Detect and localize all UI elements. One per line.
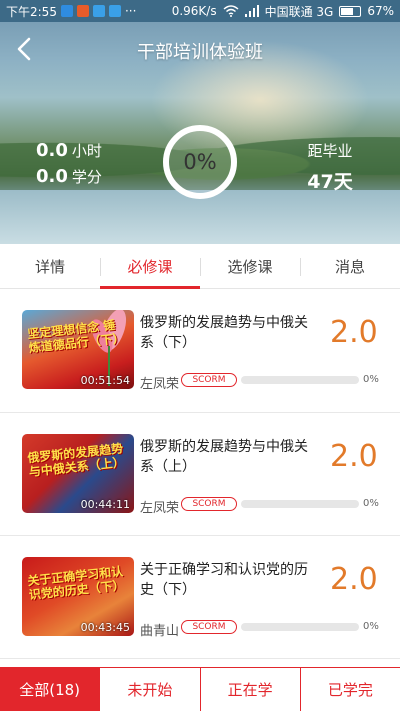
course-title[interactable]: 关于正确学习和认识党的历史（下）: [140, 560, 320, 600]
hours-unit: 小时: [71, 142, 102, 160]
credits-value: 0.0: [36, 166, 68, 187]
course-thumbnail[interactable]: 俄罗斯的发展趋势与中俄关系（上） 00:44:11: [22, 434, 134, 513]
course-duration: 00:51:54: [80, 374, 130, 387]
course-title[interactable]: 俄罗斯的发展趋势与中俄关系（下）: [140, 313, 320, 353]
course-progress-text: 0%: [363, 374, 379, 385]
learning-stats: 0.0 小时 0.0 学分: [36, 140, 102, 192]
tab-elective-courses[interactable]: 选修课: [200, 244, 300, 288]
course-teacher: 左凤荣: [140, 377, 180, 392]
tab-divider: [300, 258, 301, 276]
status-filter-bar: 全部(18) 未开始 正在学 已学完: [0, 667, 400, 711]
course-list: 坚定理想信念 锤炼道德品行（下） 00:51:54 俄罗斯的发展趋势与中俄关系（…: [0, 289, 400, 659]
tab-messages[interactable]: 消息: [300, 244, 400, 288]
course-teacher: 曲青山: [140, 624, 180, 639]
graduation-days: 47天: [307, 171, 353, 193]
hours-stat: 0.0 小时: [36, 140, 102, 166]
more-notifications-icon: ···: [124, 4, 137, 18]
app-notification-icon: [92, 5, 105, 17]
course-tabs: 详情 必修课 选修课 消息: [0, 244, 400, 289]
tab-details[interactable]: 详情: [0, 244, 100, 288]
course-item[interactable]: 俄罗斯的发展趋势与中俄关系（上） 00:44:11 俄罗斯的发展趋势与中俄关系（…: [0, 413, 400, 536]
course-teacher: 左凤荣: [140, 501, 180, 516]
course-item[interactable]: 关于正确学习和认识党的历史（下） 00:43:45 关于正确学习和认识党的历史（…: [0, 536, 400, 659]
wifi-icon: [223, 5, 239, 17]
course-progress-bar: [241, 500, 359, 508]
status-bar: 下午2:55 ··· 0.96K/s 中国联通 3G 67%: [0, 0, 400, 22]
network-speed: 0.96K/s: [171, 4, 217, 18]
hours-value: 0.0: [36, 140, 68, 161]
overall-progress-text: 0%: [183, 150, 217, 174]
course-progress-bar: [241, 623, 359, 631]
scorm-badge: SCORM: [181, 373, 237, 387]
course-item[interactable]: 坚定理想信念 锤炼道德品行（下） 00:51:54 俄罗斯的发展趋势与中俄关系（…: [0, 289, 400, 413]
filter-not-started[interactable]: 未开始: [100, 668, 201, 711]
credits-stat: 0.0 学分: [36, 166, 102, 192]
thumbnail-caption: 关于正确学习和认识党的历史（下）: [26, 564, 126, 603]
scorm-badge: SCORM: [181, 620, 237, 634]
graduation-countdown: 距毕业 47天: [300, 140, 360, 194]
course-thumbnail[interactable]: 坚定理想信念 锤炼道德品行（下） 00:51:54: [22, 310, 134, 389]
course-duration: 00:44:11: [80, 498, 130, 511]
signal-icon: [244, 5, 259, 17]
app-notification-icon: [60, 5, 73, 17]
thumbnail-caption: 俄罗斯的发展趋势与中俄关系（上）: [26, 441, 126, 480]
course-thumbnail[interactable]: 关于正确学习和认识党的历史（下） 00:43:45: [22, 557, 134, 636]
scorm-badge: SCORM: [181, 497, 237, 511]
app-notification-icon: [76, 5, 89, 17]
filter-all[interactable]: 全部(18): [0, 668, 101, 711]
battery-icon: [339, 5, 362, 17]
filter-in-progress[interactable]: 正在学: [201, 668, 301, 711]
carrier-name: 中国联通 3G: [264, 4, 334, 19]
status-time: 下午2:55: [6, 4, 57, 19]
course-credit: 2.0: [330, 315, 378, 350]
page-title: 干部培训体验班: [137, 42, 263, 63]
tab-divider: [200, 258, 201, 276]
app-notification-icon: [108, 5, 121, 17]
tab-divider: [100, 258, 101, 276]
graduation-label: 距毕业: [307, 142, 353, 160]
battery-percent: 67%: [367, 4, 394, 18]
course-title[interactable]: 俄罗斯的发展趋势与中俄关系（上）: [140, 437, 320, 477]
course-progress-text: 0%: [363, 498, 379, 509]
course-duration: 00:43:45: [80, 621, 130, 634]
tab-required-courses[interactable]: 必修课: [100, 244, 200, 289]
course-progress-text: 0%: [363, 621, 379, 632]
credits-unit: 学分: [71, 168, 102, 186]
filter-completed[interactable]: 已学完: [301, 668, 400, 711]
hero-banner: [0, 0, 400, 244]
course-progress-bar: [241, 376, 359, 384]
course-credit: 2.0: [330, 439, 378, 474]
course-credit: 2.0: [330, 562, 378, 597]
